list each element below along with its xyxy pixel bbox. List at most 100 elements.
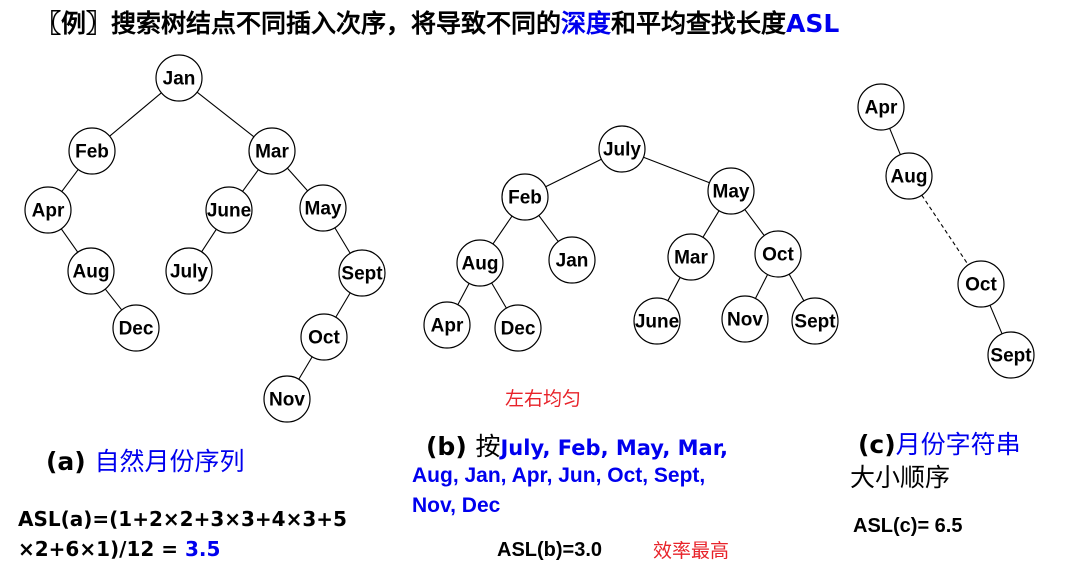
node-label: Jan [556, 251, 589, 272]
tree-a-node-oct: Oct [300, 313, 348, 361]
tree-a-node-may: May [299, 184, 347, 232]
tree-a-edge-mar-june [242, 169, 259, 192]
tree-a-node-jan: Jan [155, 54, 203, 102]
node-label: July [170, 262, 208, 283]
caption-b-label: (b) [426, 432, 467, 461]
node-label: Jan [163, 69, 196, 90]
node-label: Oct [965, 275, 997, 296]
tree-b-edge-may-mar [702, 210, 720, 238]
tree-a-edge-may-sept [334, 227, 351, 254]
tree-a-edge-apr-aug [60, 228, 79, 253]
asl-a-line2-prefix: ×2+6×1)/12 = [18, 537, 185, 561]
tree-c: Apr Aug Oct Sept [857, 83, 1035, 379]
tree-b-node-dec: Dec [494, 304, 542, 352]
node-label: June [207, 201, 251, 222]
node-label: Nov [269, 390, 305, 411]
node-label: Apr [431, 316, 464, 337]
tree-b-node-oct: Oct [754, 230, 802, 278]
tree-a: Jan Feb Mar Apr June May Aug July Sept Dec Oct Nov [24, 54, 386, 423]
tree-a-edge-mar-may [286, 167, 309, 192]
tree-c-edge-apr-aug [889, 128, 901, 155]
node-label: May [713, 182, 750, 203]
tree-b-edge-july-feb [545, 158, 602, 188]
asl-a-value: 3.5 [184, 537, 221, 561]
tree-b-edge-aug-apr [457, 283, 470, 305]
tree-a-node-mar: Mar [248, 127, 296, 175]
tree-a-node-apr: Apr [24, 186, 72, 234]
tree-a-node-june: June [205, 186, 253, 234]
tree-b-node-aug: Aug [456, 239, 504, 287]
asl-b: ASL(b)=3.0 [497, 539, 603, 561]
tree-a-node-dec: Dec [112, 304, 160, 352]
tree-b: July Feb May Aug Jan Mar Oct Apr Dec June Nov Sept [423, 125, 839, 352]
note-efficiency: 效率最高 [653, 540, 730, 562]
tree-c-node-oct: Oct [957, 260, 1005, 308]
tree-b-edge-oct-sept [788, 273, 805, 302]
tree-b-edge-aug-dec [491, 282, 507, 309]
tree-a-node-nov: Nov [263, 375, 311, 423]
caption-b-seq3: Nov, Dec [412, 494, 501, 517]
node-label: Apr [865, 98, 898, 119]
tree-b-node-nov: Nov [721, 295, 769, 343]
node-label: Feb [508, 188, 542, 209]
node-label: May [305, 199, 342, 220]
node-label: Apr [32, 201, 65, 222]
caption-b-prefix: 按 [475, 432, 501, 461]
tree-b-node-jan: Jan [548, 236, 596, 284]
tree-a-edge-jan-feb [109, 92, 162, 137]
tree-b-node-feb: Feb [501, 173, 549, 221]
tree-a-edge-feb-apr [61, 169, 79, 192]
caption-b-seq1: July, Feb, May, Mar, [500, 436, 728, 460]
node-label: Aug [891, 167, 928, 188]
node-label: Mar [674, 248, 708, 269]
caption-a: (a) 自然月份序列 [46, 442, 244, 478]
tree-a-edge-sept-oct [335, 292, 351, 318]
node-label: Sept [341, 264, 383, 285]
tree-c-edge-oct-sept [989, 304, 1003, 335]
caption-a-label: (a) [46, 447, 86, 476]
tree-a-edge-june-july [201, 228, 217, 253]
node-label: July [603, 140, 641, 161]
tree-b-edge-july-may [643, 156, 710, 184]
node-label: Oct [762, 245, 794, 266]
asl-a-line2: ×2+6×1)/12 = 3.5 [18, 537, 220, 561]
node-label: Dec [501, 319, 536, 340]
tree-a-edge-jan-mar [196, 91, 255, 138]
tree-a-node-july: July [165, 247, 213, 295]
node-label: Mar [255, 142, 289, 163]
tree-c-node-sept: Sept [987, 331, 1035, 379]
asl-a-line1: ASL(a)=(1+2×2+3×3+4×3+5 [18, 507, 347, 531]
tree-b-edge-mar-june [667, 277, 681, 301]
tree-b-node-apr: Apr [423, 301, 471, 349]
tree-b-edge-feb-aug [492, 215, 513, 245]
tree-c-node-aug: Aug [885, 152, 933, 200]
tree-b-node-may: May [707, 167, 755, 215]
caption-c-line2: 大小顺序 [850, 463, 951, 492]
caption-a-text: 自然月份序列 [94, 447, 245, 476]
caption-b-line1: (b) 按July, Feb, May, Mar, [426, 427, 728, 463]
node-label: Aug [462, 254, 499, 275]
tree-b-edge-oct-nov [754, 274, 769, 299]
caption-c: (c)月份字符串 [858, 425, 1021, 461]
caption-c-text: 月份字符串 [895, 430, 1021, 459]
note-balanced: 左右均匀 [505, 388, 582, 410]
tree-b-node-july: July [598, 125, 646, 173]
tree-a-edge-aug-dec [104, 288, 123, 311]
tree-a-edge-oct-nov [298, 356, 313, 380]
caption-b-seq2: Aug, Jan, Apr, Jun, Oct, Sept, [412, 464, 706, 487]
tree-b-node-mar: Mar [667, 233, 715, 281]
tree-c-node-apr: Apr [857, 83, 905, 131]
tree-b-node-sept: Sept [791, 297, 839, 345]
tree-b-edge-feb-jan [538, 215, 559, 242]
tree-a-node-feb: Feb [68, 127, 116, 175]
node-label: Dec [119, 319, 154, 340]
tree-a-node-sept: Sept [338, 249, 386, 297]
tree-b-edge-may-oct [744, 209, 765, 236]
node-label: Sept [990, 346, 1032, 367]
tree-a-node-aug: Aug [67, 247, 115, 295]
node-label: Oct [308, 328, 340, 349]
node-label: Aug [73, 262, 110, 283]
slide: 〖例〗搜索树结点不同插入次序，将导致不同的深度和平均查找长度ASL Jan Feb… [0, 0, 1066, 568]
node-label: Sept [794, 312, 836, 333]
node-label: Feb [75, 142, 109, 163]
